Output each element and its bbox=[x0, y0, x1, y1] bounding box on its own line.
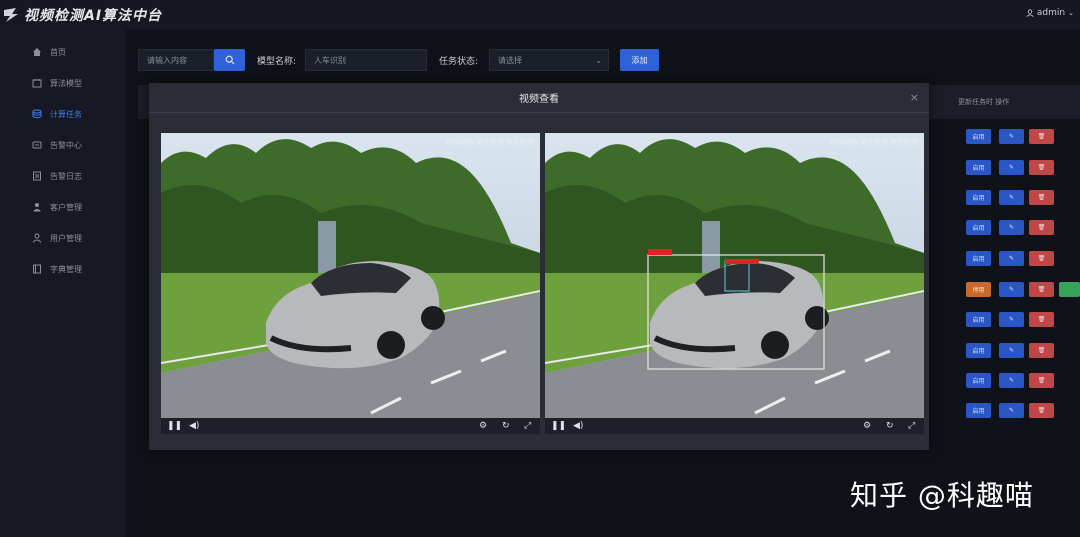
database-icon bbox=[32, 109, 42, 119]
sidebar-item-label: 首页 bbox=[50, 47, 66, 57]
edit-button[interactable]: ✎ bbox=[999, 160, 1024, 175]
toggle-task-button[interactable]: 启用 bbox=[966, 160, 991, 175]
model-icon bbox=[32, 79, 42, 88]
settings-icon[interactable]: ⚙ bbox=[479, 421, 487, 431]
model-name-label: 模型名称: bbox=[257, 56, 297, 67]
sidebar-item-users[interactable]: 用户管理 bbox=[32, 230, 82, 246]
sidebar-item-customers[interactable]: 客户管理 bbox=[32, 199, 82, 215]
delete-button[interactable]: 🗑 bbox=[1029, 160, 1054, 175]
task-status-label: 任务状态: bbox=[439, 56, 479, 67]
delete-button[interactable]: 🗑 bbox=[1029, 220, 1054, 235]
pause-icon[interactable]: ❚❚ bbox=[551, 421, 566, 431]
sidebar-item-tasks[interactable]: 计算任务 bbox=[32, 106, 82, 122]
fullscreen-icon[interactable]: ⤢ bbox=[524, 421, 531, 431]
video-controls: ❚❚ ◀) ⚙ ↻ ⤢ bbox=[161, 418, 540, 434]
modal-header: 视频查看 × bbox=[149, 83, 929, 113]
refresh-icon[interactable]: ↻ bbox=[502, 421, 510, 431]
video-player-original[interactable]: 时间码格 安全检测 央方检测 ❚❚ ◀) ⚙ ↻ ⤢ bbox=[161, 133, 540, 434]
refresh-icon[interactable]: ↻ bbox=[886, 421, 894, 431]
edit-button[interactable]: ✎ bbox=[999, 251, 1024, 266]
sidebar-item-label: 计算任务 bbox=[50, 109, 82, 119]
chevron-down-icon: ⌄ bbox=[595, 55, 602, 65]
search-icon bbox=[225, 55, 234, 65]
video-overlay-text: 时间码格 安全检测 央方检测 bbox=[829, 138, 918, 146]
sidebar-item-label: 告警日志 bbox=[50, 171, 82, 181]
logo-icon bbox=[4, 8, 18, 22]
app-title: 视频检测AI算法中台 bbox=[24, 8, 163, 24]
toggle-task-button[interactable]: 启用 bbox=[966, 190, 991, 205]
chevron-down-icon: ⌄ bbox=[1068, 9, 1074, 17]
user-icon bbox=[32, 233, 42, 243]
table-header-right: 更新任务时 操作 bbox=[958, 98, 1010, 106]
task-status-select[interactable]: 请选择 ⌄ bbox=[489, 49, 609, 71]
add-button[interactable]: 添加 bbox=[620, 49, 659, 71]
user-menu[interactable]: admin ⌄ bbox=[1026, 8, 1074, 18]
search-input[interactable]: 请输入内容 bbox=[138, 49, 214, 71]
edit-button[interactable]: ✎ bbox=[999, 190, 1024, 205]
fullscreen-icon[interactable]: ⤢ bbox=[908, 421, 915, 431]
close-icon[interactable]: × bbox=[910, 91, 919, 104]
sidebar-item-dictionary[interactable]: 字典管理 bbox=[32, 261, 82, 277]
toggle-task-button[interactable]: 启用 bbox=[966, 251, 991, 266]
watermark: 知乎 @科趣喵 bbox=[850, 479, 1034, 512]
delete-button[interactable]: 🗑 bbox=[1029, 343, 1054, 358]
delete-button[interactable]: 🗑 bbox=[1029, 282, 1054, 297]
delete-button[interactable]: 🗑 bbox=[1029, 129, 1054, 144]
volume-icon[interactable]: ◀) bbox=[189, 421, 199, 431]
delete-button[interactable]: 🗑 bbox=[1029, 312, 1054, 327]
sidebar-item-label: 用户管理 bbox=[50, 233, 82, 243]
toggle-task-button[interactable]: 启用 bbox=[966, 312, 991, 327]
edit-button[interactable]: ✎ bbox=[999, 312, 1024, 327]
top-bar: 视频检测AI算法中台 admin ⌄ bbox=[0, 0, 1080, 30]
video-view-modal: 视频查看 × 时间码格 安全检测 央方检测 ❚❚ ◀) ⚙ ↻ ⤢ 时间码格 安… bbox=[149, 83, 929, 450]
toggle-task-button[interactable]: 启用 bbox=[966, 343, 991, 358]
video-frame bbox=[161, 133, 540, 418]
delete-button[interactable]: 🗑 bbox=[1029, 373, 1054, 388]
username: admin bbox=[1036, 8, 1066, 18]
sidebar-item-label: 字典管理 bbox=[50, 264, 82, 274]
video-controls: ❚❚ ◀) ⚙ ↻ ⤢ bbox=[545, 418, 924, 434]
customer-icon bbox=[33, 203, 41, 212]
delete-button[interactable]: 🗑 bbox=[1029, 403, 1054, 418]
modal-title: 视频查看 bbox=[519, 94, 559, 105]
view-button[interactable] bbox=[1059, 282, 1080, 297]
alarm-icon bbox=[32, 141, 42, 149]
toggle-task-button[interactable]: 启用 bbox=[966, 403, 991, 418]
log-icon bbox=[33, 171, 41, 181]
search-button[interactable] bbox=[214, 49, 245, 71]
delete-button[interactable]: 🗑 bbox=[1029, 190, 1054, 205]
dictionary-icon bbox=[33, 264, 41, 274]
sidebar-item-label: 告警中心 bbox=[50, 140, 82, 150]
sidebar-item-label: 客户管理 bbox=[50, 202, 82, 212]
edit-button[interactable]: ✎ bbox=[999, 129, 1024, 144]
pause-icon[interactable]: ❚❚ bbox=[167, 421, 182, 431]
sidebar-item-home[interactable]: 首页 bbox=[32, 44, 66, 60]
toggle-task-button[interactable]: 启用 bbox=[966, 220, 991, 235]
sidebar-item-alarm-log[interactable]: 告警日志 bbox=[32, 168, 82, 184]
toggle-task-button[interactable]: 启用 bbox=[966, 129, 991, 144]
sidebar-item-alarm-center[interactable]: 告警中心 bbox=[32, 137, 82, 153]
volume-icon[interactable]: ◀) bbox=[573, 421, 583, 431]
edit-button[interactable]: ✎ bbox=[999, 373, 1024, 388]
model-name-input[interactable]: 人车识别 bbox=[305, 49, 427, 71]
edit-button[interactable]: ✎ bbox=[999, 220, 1024, 235]
toggle-task-button[interactable]: 停用 bbox=[966, 282, 991, 297]
delete-button[interactable]: 🗑 bbox=[1029, 251, 1054, 266]
edit-button[interactable]: ✎ bbox=[999, 343, 1024, 358]
task-status-value: 请选择 bbox=[498, 55, 522, 65]
video-player-detection[interactable]: 时间码格 安全检测 央方检测 ❚❚ ◀) ⚙ ↻ ⤢ bbox=[545, 133, 924, 434]
toggle-task-button[interactable]: 启用 bbox=[966, 373, 991, 388]
sidebar-item-label: 算法模型 bbox=[50, 78, 82, 88]
edit-button[interactable]: ✎ bbox=[999, 403, 1024, 418]
video-overlay-text: 时间码格 安全检测 央方检测 bbox=[445, 138, 534, 146]
edit-button[interactable]: ✎ bbox=[999, 282, 1024, 297]
video-frame bbox=[545, 133, 924, 418]
home-icon bbox=[33, 48, 41, 56]
user-icon bbox=[1026, 9, 1034, 17]
settings-icon[interactable]: ⚙ bbox=[863, 421, 871, 431]
sidebar-item-models[interactable]: 算法模型 bbox=[32, 75, 82, 91]
